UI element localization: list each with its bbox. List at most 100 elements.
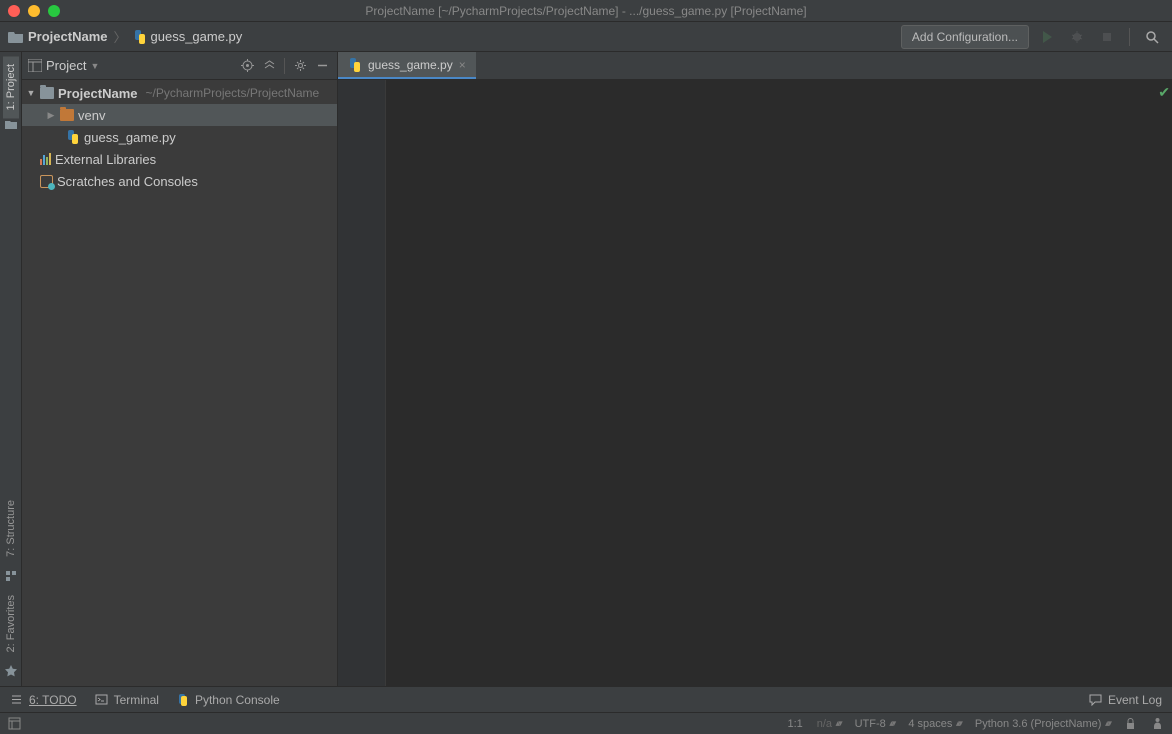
run-button[interactable] — [1035, 25, 1059, 49]
line-separator-label: n/a — [817, 718, 832, 730]
project-tool-tab[interactable]: 1: Project — [3, 56, 19, 118]
interpreter-selector[interactable]: Python 3.6 (ProjectName) ▴▾ — [975, 718, 1110, 730]
close-window-icon[interactable] — [8, 5, 20, 17]
project-panel-title: Project — [46, 58, 86, 73]
close-tab-icon[interactable]: × — [459, 58, 466, 72]
collapse-all-button[interactable] — [260, 57, 278, 75]
tree-file-label: guess_game.py — [84, 130, 176, 145]
event-log-button[interactable]: Event Log — [1089, 693, 1162, 707]
python-icon — [177, 694, 189, 706]
bug-icon — [1070, 30, 1084, 44]
indent-label: 4 spaces — [908, 718, 952, 730]
target-icon — [241, 59, 254, 72]
project-view-selector[interactable]: Project ▼ — [28, 58, 234, 73]
cursor-position-label: 1:1 — [787, 718, 802, 730]
python-console-tool-button[interactable]: Python Console — [177, 693, 280, 707]
tree-scratches-label: Scratches and Consoles — [57, 174, 198, 189]
folder-icon — [8, 30, 24, 44]
file-encoding[interactable]: UTF-8 ▴▾ — [855, 718, 895, 730]
project-panel: Project ▼ ▼ ProjectName ~/PycharmProject… — [22, 52, 338, 686]
editor-area: guess_game.py × ✔ — [338, 52, 1172, 686]
toolbar-divider — [1129, 28, 1130, 46]
project-tab-label: 1: Project — [5, 64, 17, 110]
tool-windows-toggle-icon[interactable] — [8, 717, 21, 730]
editor-tab-label: guess_game.py — [368, 58, 453, 72]
tree-root-path: ~/PycharmProjects/ProjectName — [145, 86, 319, 100]
editor-body[interactable]: ✔ — [338, 80, 1172, 686]
interpreter-label: Python 3.6 (ProjectName) — [975, 718, 1102, 730]
favorites-tab-label: 2: Favorites — [5, 595, 17, 652]
navigation-bar: ProjectName 〉 guess_game.py Add Configur… — [0, 22, 1172, 52]
window-title: ProjectName [~/PycharmProjects/ProjectNa… — [365, 4, 806, 18]
python-console-label: Python Console — [195, 693, 280, 707]
gear-icon — [294, 59, 307, 72]
todo-tool-button[interactable]: 6: TODO — [10, 693, 77, 707]
tree-venv-folder[interactable]: ▶ venv — [22, 104, 337, 126]
scratches-icon — [40, 175, 53, 188]
terminal-label: Terminal — [114, 693, 159, 707]
line-separator[interactable]: n/a ▴▾ — [817, 718, 841, 730]
terminal-tool-button[interactable]: Terminal — [95, 693, 159, 707]
expand-arrow-icon[interactable]: ▼ — [26, 88, 36, 98]
toolbar-right: Add Configuration... — [901, 25, 1164, 49]
lock-icon[interactable] — [1124, 717, 1137, 730]
breadcrumb-root[interactable]: ProjectName — [8, 29, 107, 44]
tree-external-libraries[interactable]: ▶ External Libraries — [22, 148, 337, 170]
event-log-label: Event Log — [1108, 693, 1162, 707]
debug-button[interactable] — [1065, 25, 1089, 49]
header-divider — [284, 58, 285, 74]
folder-icon — [40, 87, 54, 99]
stop-button[interactable] — [1095, 25, 1119, 49]
cursor-position[interactable]: 1:1 — [787, 718, 802, 730]
structure-tab-label: 7: Structure — [5, 500, 17, 557]
run-config-label: Add Configuration... — [912, 30, 1018, 44]
tree-venv-label: venv — [78, 108, 105, 123]
breadcrumb: ProjectName 〉 guess_game.py — [8, 27, 901, 46]
editor-text-area[interactable] — [386, 80, 1158, 686]
minimize-icon — [316, 59, 329, 72]
editor-tab-guess-game[interactable]: guess_game.py × — [338, 52, 476, 79]
project-icon — [28, 59, 42, 72]
encoding-label: UTF-8 — [855, 718, 886, 730]
analysis-ok-icon[interactable]: ✔ — [1158, 84, 1170, 101]
tree-file-guess-game[interactable]: guess_game.py — [22, 126, 337, 148]
minimize-window-icon[interactable] — [28, 5, 40, 17]
left-tool-gutter: 1: Project 7: Structure 2: Favorites — [0, 52, 22, 686]
star-icon — [4, 664, 18, 678]
search-icon — [1145, 30, 1159, 44]
python-file-icon — [133, 30, 147, 44]
editor-tabs: guess_game.py × — [338, 52, 1172, 80]
tree-root-label: ProjectName — [58, 86, 137, 101]
tree-external-label: External Libraries — [55, 152, 156, 167]
favorites-tool-tab[interactable]: 2: Favorites — [3, 587, 19, 660]
python-file-icon — [66, 130, 80, 144]
project-panel-header: Project ▼ — [22, 52, 337, 80]
breadcrumb-file-label: guess_game.py — [151, 29, 243, 44]
settings-button[interactable] — [291, 57, 309, 75]
editor-right-margin: ✔ — [1158, 80, 1172, 686]
project-tree: ▼ ProjectName ~/PycharmProjects/ProjectN… — [22, 80, 337, 194]
expand-arrow-icon[interactable]: ▶ — [46, 110, 56, 121]
todo-label: 6: TODO — [29, 693, 77, 707]
structure-icon — [4, 569, 18, 583]
hide-panel-button[interactable] — [313, 57, 331, 75]
locate-button[interactable] — [238, 57, 256, 75]
tree-project-root[interactable]: ▼ ProjectName ~/PycharmProjects/ProjectN… — [22, 82, 337, 104]
indent-setting[interactable]: 4 spaces ▴▾ — [908, 718, 961, 730]
stop-icon — [1100, 30, 1114, 44]
folder-small-icon — [4, 118, 18, 132]
run-configuration-dropdown[interactable]: Add Configuration... — [901, 25, 1029, 49]
status-bar: 1:1 n/a ▴▾ UTF-8 ▴▾ 4 spaces ▴▾ Python 3… — [0, 712, 1172, 734]
maximize-window-icon[interactable] — [48, 5, 60, 17]
main-area: 1: Project 7: Structure 2: Favorites Pro… — [0, 52, 1172, 686]
terminal-icon — [95, 693, 108, 706]
bottom-tool-bar: 6: TODO Terminal Python Console Event Lo… — [0, 686, 1172, 712]
libraries-icon — [40, 153, 51, 165]
tree-scratches[interactable]: ▶ Scratches and Consoles — [22, 170, 337, 192]
breadcrumb-separator-icon: 〉 — [113, 27, 126, 46]
breadcrumb-file[interactable]: guess_game.py — [133, 29, 243, 44]
collapse-icon — [263, 59, 276, 72]
structure-tool-tab[interactable]: 7: Structure — [3, 492, 19, 565]
search-everywhere-button[interactable] — [1140, 25, 1164, 49]
hector-icon[interactable] — [1151, 717, 1164, 730]
